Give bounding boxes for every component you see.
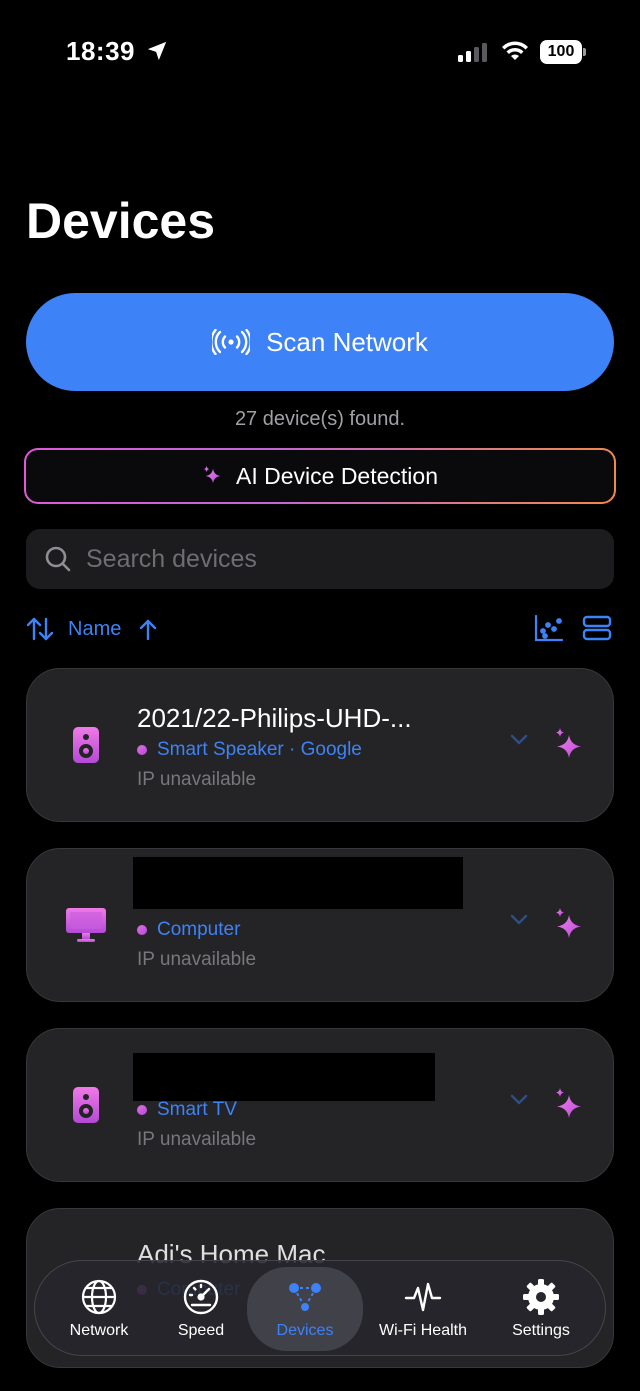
devices-icon — [289, 1283, 321, 1311]
device-type-row: Smart Speaker · Google — [137, 739, 362, 761]
ai-device-detection-button[interactable]: AI Device Detection — [24, 448, 616, 504]
scan-network-button[interactable]: Scan Network — [26, 293, 614, 391]
chevron-down-icon[interactable] — [509, 733, 529, 747]
device-card[interactable]: 2021/22-Philips-UHD-... Smart Speaker · … — [26, 668, 614, 822]
device-ip: IP unavailable — [137, 1129, 257, 1150]
devices-found-count: 27 device(s) found. — [234, 408, 406, 430]
speaker-icon — [73, 727, 99, 763]
scan-network-label: Scan Network — [266, 326, 428, 357]
tab-label: Network — [69, 1322, 129, 1339]
sort-ascending-icon[interactable] — [138, 618, 158, 640]
waveform-icon — [404, 1282, 442, 1312]
redacted-device-name — [133, 857, 463, 909]
tab-wifi-health[interactable]: Wi-Fi Health — [371, 1261, 475, 1357]
type-dot — [137, 745, 147, 755]
speaker-icon — [73, 1087, 99, 1123]
globe-icon — [81, 1279, 117, 1315]
battery-indicator: 100 — [540, 40, 586, 64]
ai-sparkles-icon[interactable] — [553, 907, 585, 941]
search-bar[interactable] — [26, 529, 614, 589]
tab-label: Devices — [276, 1322, 334, 1339]
device-card[interactable]: Smart TV IP unavailable — [26, 1028, 614, 1182]
tab-label: Speed — [177, 1322, 225, 1339]
ai-sparkles-icon[interactable] — [553, 727, 585, 761]
tab-devices[interactable]: Devices — [247, 1267, 363, 1351]
ai-sparkles-icon[interactable] — [553, 1087, 585, 1121]
device-ip: IP unavailable — [137, 769, 257, 790]
search-input[interactable] — [86, 544, 566, 574]
sort-controls: Name — [26, 612, 614, 646]
tab-label: Wi-Fi Health — [378, 1322, 467, 1339]
redacted-device-name — [133, 1053, 435, 1101]
type-dot — [137, 925, 147, 935]
status-time: 18:39 — [66, 36, 135, 66]
chevron-down-icon[interactable] — [509, 913, 529, 927]
tab-bar: Network Speed Devices Wi-Fi Health Setti… — [34, 1260, 606, 1356]
chevron-down-icon[interactable] — [509, 1093, 529, 1107]
sparkles-icon — [203, 465, 221, 484]
type-dot — [137, 1105, 147, 1115]
scatter-chart-icon[interactable] — [534, 614, 564, 642]
tab-network[interactable]: Network — [49, 1261, 149, 1357]
device-card[interactable]: Computer IP unavailable — [26, 848, 614, 1002]
device-type: Computer — [157, 919, 241, 940]
sort-field-button[interactable]: Name — [68, 618, 121, 641]
device-type-row: Smart TV — [137, 1099, 237, 1121]
device-name: 2021/22-Philips-UHD-... — [137, 703, 412, 733]
sort-toggle-icon[interactable] — [26, 616, 54, 642]
wifi-icon — [502, 41, 528, 60]
speedometer-icon — [183, 1279, 219, 1315]
tab-label: Settings — [512, 1322, 570, 1339]
search-icon — [45, 546, 71, 572]
tab-settings[interactable]: Settings — [491, 1261, 591, 1357]
status-bar: 18:39 100 — [0, 0, 640, 100]
device-type-row: Computer — [137, 919, 240, 941]
device-type: Smart Speaker · Google — [157, 739, 362, 760]
device-type: Smart TV — [157, 1099, 237, 1120]
device-ip: IP unavailable — [137, 949, 257, 970]
list-view-icon[interactable] — [582, 614, 612, 642]
gear-icon — [523, 1279, 559, 1315]
cellular-signal-icon — [458, 43, 487, 62]
monitor-icon — [66, 908, 106, 942]
broadcast-icon — [212, 329, 251, 355]
page-title: Devices — [26, 193, 216, 249]
location-arrow-icon — [147, 41, 167, 61]
ai-device-detection-label: AI Device Detection — [236, 462, 438, 489]
tab-speed[interactable]: Speed — [151, 1261, 251, 1357]
